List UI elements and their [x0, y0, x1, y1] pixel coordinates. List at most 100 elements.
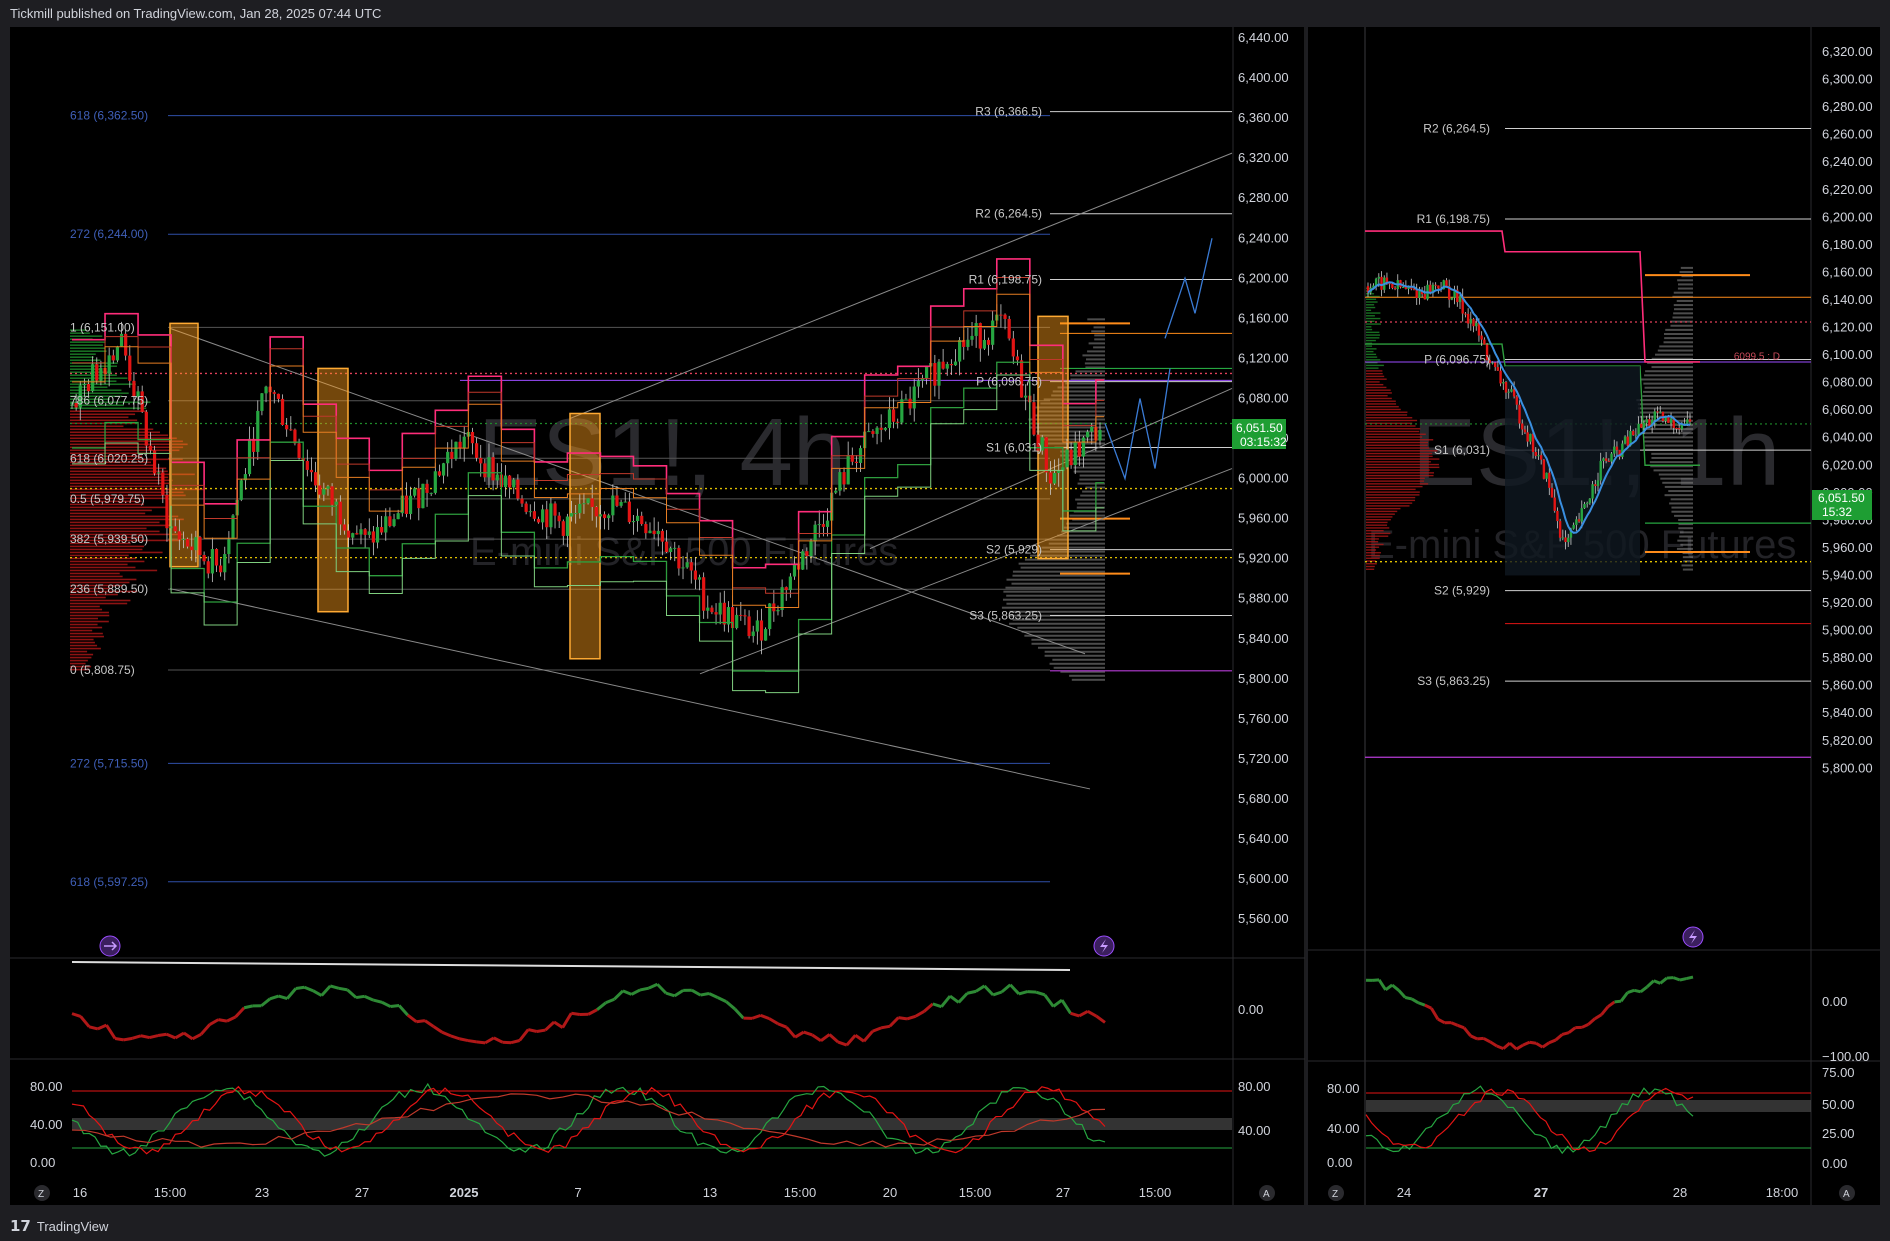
- profile-bar: [1366, 414, 1408, 416]
- candle: [590, 498, 594, 507]
- profile-bar: [70, 566, 136, 569]
- profile-bar: [70, 578, 137, 581]
- candle: [759, 620, 764, 641]
- pivot-label: R2 (6,264.5): [975, 207, 1042, 221]
- candle: [1631, 430, 1635, 436]
- profile-bar-gray: [1079, 474, 1105, 477]
- right-y-tick: 5,940.00: [1822, 567, 1873, 582]
- right-y-tick: 6,060.00: [1822, 402, 1873, 417]
- profile-bar-gray: [1644, 386, 1693, 389]
- profile-bar: [1366, 353, 1377, 356]
- profile-bar-gray: [1657, 349, 1693, 352]
- profile-bar: [1366, 568, 1375, 570]
- candle: [904, 398, 908, 400]
- profile-bar-gray: [1073, 470, 1105, 473]
- candle: [1052, 473, 1057, 484]
- candle: [792, 563, 797, 577]
- oscillator-line: [355, 994, 365, 1000]
- left-y-tick: 5,560.00: [1238, 911, 1289, 926]
- profile-bar: [70, 359, 101, 362]
- candle: [1445, 280, 1448, 287]
- profile-bar: [70, 605, 100, 608]
- candle: [119, 333, 124, 347]
- candle: [285, 424, 289, 430]
- profile-bar: [1366, 370, 1383, 372]
- right-price-label: 6,051.50 15:32: [1812, 490, 1872, 520]
- profile-bar: [1366, 348, 1377, 350]
- candle: [223, 554, 227, 573]
- right-auto-button[interactable]: A: [1839, 1185, 1855, 1201]
- candle: [999, 314, 1003, 316]
- candle: [619, 502, 623, 506]
- profile-bar-gray: [1643, 436, 1693, 439]
- right-zoom-button[interactable]: Z: [1328, 1185, 1344, 1201]
- profile-bar: [70, 476, 169, 479]
- candle: [1637, 423, 1640, 435]
- candle: [1659, 411, 1662, 413]
- candle: [1472, 318, 1475, 327]
- profile-bar-gray: [1011, 582, 1105, 585]
- right-y-tick: 5,920.00: [1822, 595, 1873, 610]
- candle: [318, 485, 322, 495]
- candle: [776, 609, 780, 612]
- fib-label: 786 (6,077.75): [70, 394, 148, 408]
- oscillator-line: [536, 1028, 546, 1033]
- candle: [640, 515, 644, 525]
- pivot-label: S1 (6,031): [1434, 443, 1490, 457]
- candle: [512, 479, 516, 488]
- profile-bar: [1366, 359, 1381, 361]
- oscillator-line: [416, 1019, 426, 1024]
- left-x-tick: 13: [703, 1185, 717, 1200]
- candle: [697, 577, 702, 580]
- chart-canvas[interactable]: ES1!, 4h E-mini S&P 500 Futures ES1!, 1h…: [0, 0, 1890, 1241]
- left-y-tick: 5,600.00: [1238, 871, 1289, 886]
- candle: [1653, 411, 1657, 420]
- candle: [1604, 458, 1608, 461]
- candle: [916, 380, 920, 387]
- profile-bar: [70, 413, 136, 416]
- candle: [351, 533, 355, 538]
- candle: [689, 562, 693, 571]
- left-auto-button[interactable]: A: [1259, 1185, 1275, 1201]
- left-stoch-tick: 0.00: [30, 1155, 55, 1170]
- candle: [1069, 449, 1073, 466]
- candle: [846, 455, 850, 485]
- profile-bar: [1366, 461, 1431, 463]
- candle: [491, 457, 495, 481]
- candle: [693, 570, 698, 580]
- lightning-icon[interactable]: [1682, 926, 1704, 948]
- right-osc-tick: −100.00: [1822, 1049, 1869, 1064]
- candle: [227, 539, 231, 555]
- fib-label: 1 (6,151.00): [70, 320, 135, 334]
- profile-bar: [1366, 367, 1379, 369]
- candle: [454, 441, 458, 459]
- pivot-label: S2 (5,929): [1434, 584, 1490, 598]
- profile-bar: [1366, 485, 1423, 488]
- left-zoom-button[interactable]: Z: [34, 1185, 50, 1201]
- profile-bar: [70, 572, 120, 575]
- profile-bar: [70, 575, 123, 578]
- profile-bar-gray: [1678, 283, 1693, 286]
- lightning-icon[interactable]: [1093, 935, 1115, 957]
- right-x-tick: 28: [1673, 1185, 1687, 1200]
- candle: [1564, 537, 1567, 543]
- profile-bar-gray: [1071, 678, 1105, 681]
- profile-bar: [1366, 441, 1429, 444]
- candle: [161, 472, 165, 495]
- profile-bar-gray: [1649, 461, 1693, 464]
- profile-bar: [1366, 513, 1395, 515]
- profile-bar-gray: [1663, 333, 1693, 336]
- candle: [1623, 436, 1627, 444]
- candle: [1483, 339, 1486, 345]
- left-x-tick: 15:00: [154, 1185, 187, 1200]
- profile-bar: [1366, 480, 1425, 482]
- profile-bar-gray: [1643, 428, 1693, 431]
- candle: [1531, 433, 1535, 453]
- profile-bar: [1366, 516, 1393, 518]
- candle: [210, 549, 214, 574]
- candle: [611, 495, 615, 516]
- events-icon[interactable]: [99, 935, 121, 957]
- profile-bar: [1366, 433, 1426, 435]
- candle: [1648, 419, 1651, 426]
- profile-bar-gray: [1073, 466, 1105, 469]
